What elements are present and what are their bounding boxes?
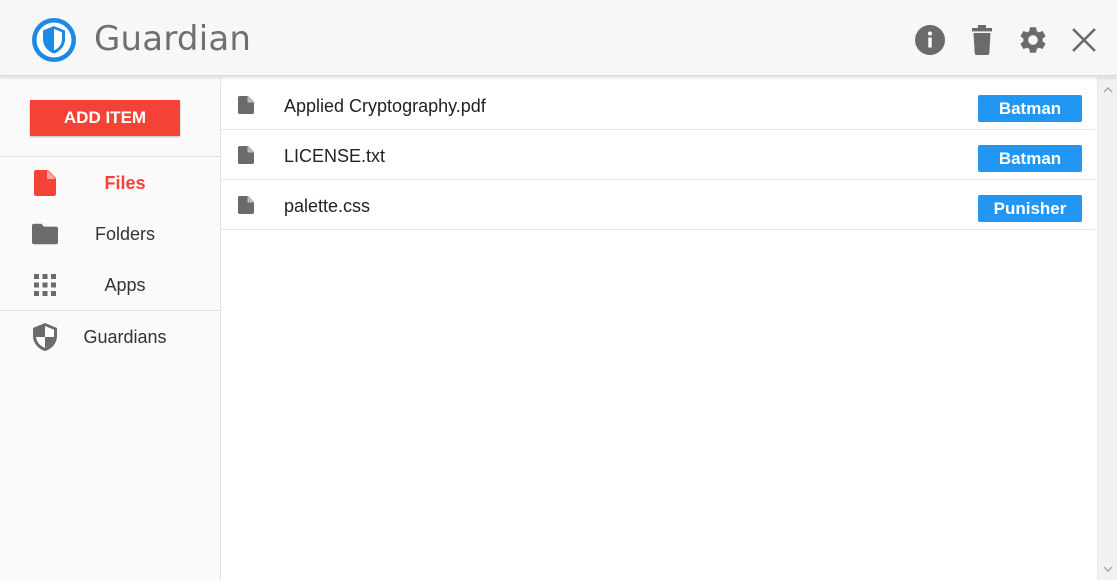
scroll-down-arrow-icon[interactable] bbox=[1102, 564, 1114, 574]
sidebar-item-folders[interactable]: Folders bbox=[0, 209, 220, 259]
trash-icon bbox=[969, 25, 995, 55]
info-icon bbox=[914, 24, 946, 56]
gear-icon bbox=[1017, 24, 1049, 56]
guardian-badge[interactable]: Batman bbox=[978, 145, 1082, 172]
file-name: LICENSE.txt bbox=[284, 146, 386, 166]
sidebar-item-guardians[interactable]: Guardians bbox=[0, 312, 220, 362]
vertical-scrollbar[interactable] bbox=[1097, 77, 1117, 580]
file-row[interactable]: LICENSE.txt Batman bbox=[221, 130, 1095, 180]
app-title: Guardian bbox=[94, 19, 252, 59]
close-button[interactable] bbox=[1068, 24, 1100, 56]
file-list: Applied Cryptography.pdf Batman LICENSE.… bbox=[221, 77, 1097, 580]
close-icon bbox=[1072, 28, 1096, 52]
file-icon bbox=[238, 96, 254, 114]
sidebar-item-apps[interactable]: Apps bbox=[0, 260, 220, 310]
sidebar-item-label: Files bbox=[104, 173, 146, 193]
add-item-button[interactable]: ADD ITEM bbox=[30, 100, 180, 136]
file-icon bbox=[238, 196, 254, 214]
shield-logo-icon bbox=[31, 17, 77, 63]
guardian-badge[interactable]: Batman bbox=[978, 95, 1082, 122]
sidebar-item-label: Folders bbox=[94, 224, 156, 244]
info-button[interactable] bbox=[914, 24, 946, 56]
file-name: Applied Cryptography.pdf bbox=[284, 96, 486, 116]
delete-button[interactable] bbox=[966, 24, 998, 56]
scroll-up-arrow-icon[interactable] bbox=[1102, 85, 1114, 95]
guardian-app-window: Guardian ADD ITEM Files Folders Apps Gua… bbox=[0, 0, 1117, 580]
sidebar: ADD ITEM Files Folders Apps Guardians bbox=[0, 77, 221, 580]
sidebar-item-files[interactable]: Files bbox=[0, 158, 220, 208]
sidebar-item-label: Guardians bbox=[83, 327, 167, 347]
guardian-badge[interactable]: Punisher bbox=[978, 195, 1082, 222]
settings-button[interactable] bbox=[1017, 24, 1049, 56]
file-row[interactable]: Applied Cryptography.pdf Batman bbox=[221, 80, 1095, 130]
sidebar-divider bbox=[0, 156, 220, 157]
sidebar-divider bbox=[0, 310, 220, 311]
app-header: Guardian bbox=[0, 0, 1117, 76]
sidebar-item-label: Apps bbox=[104, 275, 146, 295]
file-icon bbox=[238, 146, 254, 164]
file-name: palette.css bbox=[284, 196, 371, 216]
file-row[interactable]: palette.css Punisher bbox=[221, 180, 1095, 230]
